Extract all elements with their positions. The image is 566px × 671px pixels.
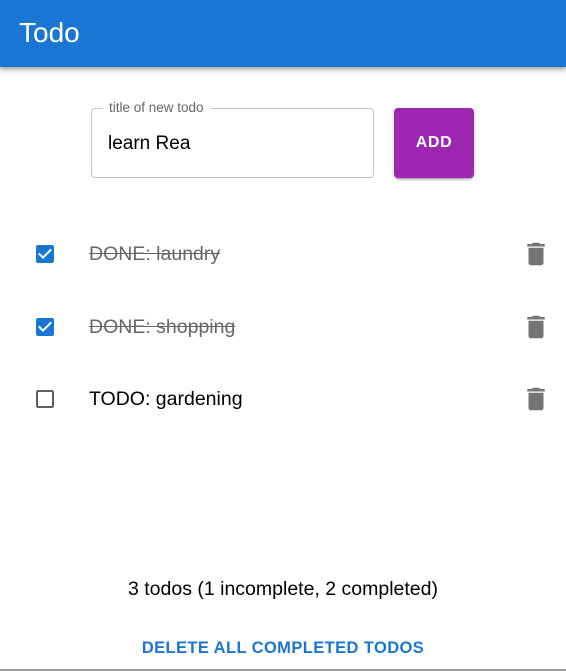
delete-completed-button[interactable]: DELETE ALL COMPLETED TODOS xyxy=(133,630,433,666)
add-button[interactable]: ADD xyxy=(394,108,474,178)
todo-item: TODO: gardening xyxy=(0,374,566,424)
trash-icon[interactable] xyxy=(521,384,551,414)
trash-icon[interactable] xyxy=(521,312,551,342)
todo-text: TODO: gardening xyxy=(89,388,243,410)
todo-item: DONE: shopping xyxy=(0,302,566,352)
new-todo-field[interactable]: title of new todo xyxy=(91,99,374,178)
new-todo-field-label: title of new todo xyxy=(103,99,210,117)
app-bar: Todo xyxy=(0,0,566,67)
todo-text: DONE: laundry xyxy=(89,243,221,265)
trash-icon[interactable] xyxy=(521,239,551,269)
todo-text: DONE: shopping xyxy=(89,316,236,338)
new-todo-input[interactable] xyxy=(108,131,358,157)
checkbox-unchecked-icon[interactable] xyxy=(33,387,57,411)
todo-summary: 3 todos (1 incomplete, 2 completed) xyxy=(127,578,438,600)
app-title: Todo xyxy=(19,17,80,48)
checkbox-checked-icon[interactable] xyxy=(33,315,57,339)
todo-item: DONE: laundry xyxy=(0,229,566,279)
checkbox-checked-icon[interactable] xyxy=(33,242,57,266)
todo-app: Todo title of new todo ADD DONE: laundry… xyxy=(0,0,566,671)
